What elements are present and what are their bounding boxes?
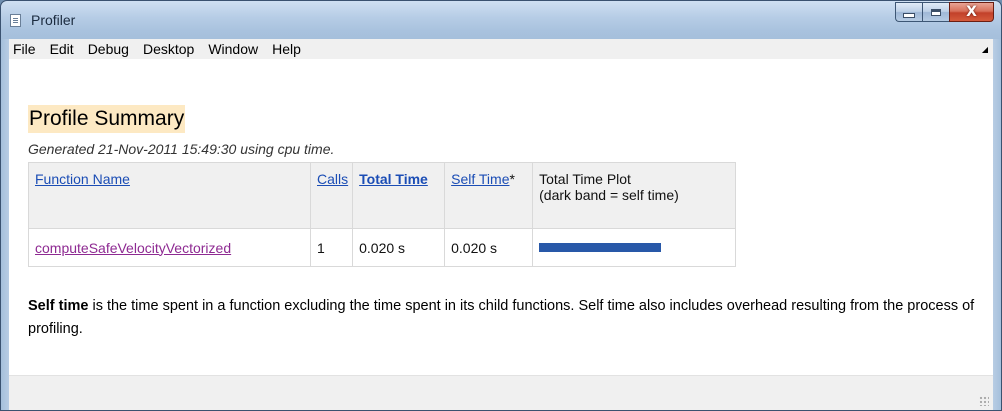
header-plot-cell: Total Time Plot (dark band = self time) [532, 162, 737, 229]
header-calls-cell: Calls [309, 162, 354, 229]
plot-header-line2: (dark band = self time) [539, 187, 679, 203]
title-bar[interactable]: Profiler X [1, 1, 1001, 39]
menu-window[interactable]: Window [201, 39, 265, 59]
self-time-bar [539, 243, 662, 252]
table-row: computeSafeVelocityVectorized 1 0.020 s … [28, 228, 737, 267]
window-controls: X [895, 2, 994, 23]
generated-info: Generated 21-Nov-2011 15:49:30 using cpu… [28, 141, 335, 157]
minimize-icon [903, 13, 915, 18]
window-title: Profiler [31, 12, 76, 28]
function-name-cell: computeSafeVelocityVectorized [28, 228, 311, 267]
total-time-plot-cell [532, 228, 737, 267]
plot-header-line1: Total Time Plot [539, 171, 631, 187]
sort-by-function-name-link[interactable]: Function Name [35, 171, 130, 187]
resize-grip-icon[interactable] [979, 396, 989, 406]
header-self-time-cell: Self Time* [444, 162, 534, 229]
close-button[interactable]: X [949, 2, 994, 22]
header-total-time-cell: Total Time [352, 162, 446, 229]
close-icon: X [966, 4, 977, 20]
self-time-note: Self time is the time spent in a functio… [28, 295, 978, 341]
calls-cell: 1 [309, 228, 354, 267]
profiler-window: Profiler X File Edit Debug Desktop Windo… [0, 0, 1002, 411]
minimize-button[interactable] [895, 2, 922, 22]
window-left-border [1, 39, 9, 410]
maximize-button[interactable] [922, 2, 949, 22]
self-time-term: Self time [28, 298, 89, 314]
self-time-cell: 0.020 s [444, 228, 534, 267]
menu-desktop[interactable]: Desktop [136, 39, 201, 59]
menu-file[interactable]: File [9, 39, 43, 59]
document-icon [10, 14, 21, 27]
self-time-description: is the time spent in a function excludin… [28, 298, 975, 337]
table-header-row: Function Name Calls Total Time Self Time… [28, 162, 737, 229]
function-link[interactable]: computeSafeVelocityVectorized [35, 240, 231, 256]
menu-debug[interactable]: Debug [81, 39, 136, 59]
sort-by-self-time-link[interactable]: Self Time [451, 171, 509, 187]
sort-by-total-time-link[interactable]: Total Time [359, 171, 428, 187]
menu-help[interactable]: Help [265, 39, 308, 59]
maximize-icon [931, 8, 941, 16]
sort-by-calls-link[interactable]: Calls [317, 171, 348, 187]
profile-summary-table: Function Name Calls Total Time Self Time… [28, 162, 737, 267]
menu-bar: File Edit Debug Desktop Window Help ◢ [9, 39, 993, 60]
window-right-border [993, 39, 1001, 410]
undock-arrow-icon[interactable]: ◢ [982, 45, 988, 54]
status-bar [9, 375, 993, 410]
page-title: Profile Summary [28, 105, 186, 133]
self-time-footnote-marker: * [509, 171, 515, 187]
menu-edit[interactable]: Edit [43, 39, 81, 59]
total-time-cell: 0.020 s [352, 228, 446, 267]
header-function-name-cell: Function Name [28, 162, 311, 229]
